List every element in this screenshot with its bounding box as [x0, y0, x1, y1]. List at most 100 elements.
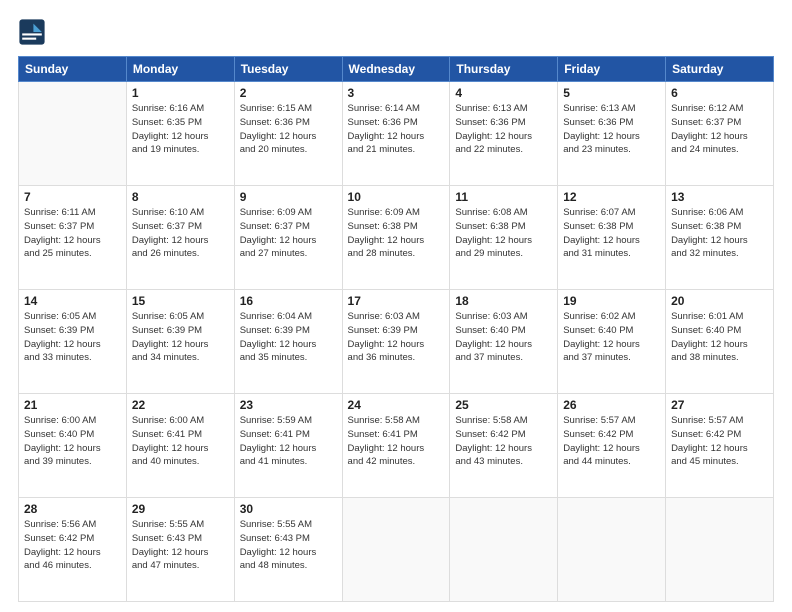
cell-text: Sunrise: 6:03 AM Sunset: 6:40 PM Dayligh… [455, 310, 552, 365]
day-number: 4 [455, 86, 552, 100]
weekday-header: Tuesday [234, 57, 342, 82]
calendar-week-row: 28 Sunrise: 5:56 AM Sunset: 6:42 PM Dayli… [19, 498, 774, 602]
calendar-cell [342, 498, 450, 602]
calendar-cell: 22 Sunrise: 6:00 AM Sunset: 6:41 PM Dayli… [126, 394, 234, 498]
cell-text: Sunrise: 5:58 AM Sunset: 6:42 PM Dayligh… [455, 414, 552, 469]
day-number: 21 [24, 398, 121, 412]
day-number: 2 [240, 86, 337, 100]
calendar-cell: 1 Sunrise: 6:16 AM Sunset: 6:35 PM Daylig… [126, 82, 234, 186]
day-number: 5 [563, 86, 660, 100]
day-number: 28 [24, 502, 121, 516]
cell-text: Sunrise: 5:55 AM Sunset: 6:43 PM Dayligh… [240, 518, 337, 573]
cell-text: Sunrise: 6:16 AM Sunset: 6:35 PM Dayligh… [132, 102, 229, 157]
weekday-header: Sunday [19, 57, 127, 82]
day-number: 16 [240, 294, 337, 308]
cell-text: Sunrise: 6:09 AM Sunset: 6:37 PM Dayligh… [240, 206, 337, 261]
calendar-cell: 3 Sunrise: 6:14 AM Sunset: 6:36 PM Daylig… [342, 82, 450, 186]
cell-text: Sunrise: 6:08 AM Sunset: 6:38 PM Dayligh… [455, 206, 552, 261]
calendar-cell: 19 Sunrise: 6:02 AM Sunset: 6:40 PM Dayli… [558, 290, 666, 394]
day-number: 19 [563, 294, 660, 308]
day-number: 24 [348, 398, 445, 412]
day-number: 3 [348, 86, 445, 100]
day-number: 18 [455, 294, 552, 308]
calendar-cell [558, 498, 666, 602]
calendar-cell: 12Sunrise: 6:07 AM Sunset: 6:38 PM Dayli… [558, 186, 666, 290]
weekday-header: Monday [126, 57, 234, 82]
day-number: 25 [455, 398, 552, 412]
calendar-cell: 29 Sunrise: 5:55 AM Sunset: 6:43 PM Dayli… [126, 498, 234, 602]
logo [18, 18, 50, 46]
calendar-cell: 6 Sunrise: 6:12 AM Sunset: 6:37 PM Daylig… [666, 82, 774, 186]
cell-text: Sunrise: 6:12 AM Sunset: 6:37 PM Dayligh… [671, 102, 768, 157]
day-number: 8 [132, 190, 229, 204]
day-number: 29 [132, 502, 229, 516]
calendar-cell: 4 Sunrise: 6:13 AM Sunset: 6:36 PM Daylig… [450, 82, 558, 186]
calendar-week-row: 1 Sunrise: 6:16 AM Sunset: 6:35 PM Daylig… [19, 82, 774, 186]
cell-text: Sunrise: 5:58 AM Sunset: 6:41 PM Dayligh… [348, 414, 445, 469]
calendar-cell: 21 Sunrise: 6:00 AM Sunset: 6:40 PM Dayli… [19, 394, 127, 498]
calendar-week-row: 14 Sunrise: 6:05 AM Sunset: 6:39 PM Dayli… [19, 290, 774, 394]
cell-text: Sunrise: 6:10 AM Sunset: 6:37 PM Dayligh… [132, 206, 229, 261]
calendar-cell: 11 Sunrise: 6:08 AM Sunset: 6:38 PM Dayli… [450, 186, 558, 290]
cell-text: Sunrise: 6:03 AM Sunset: 6:39 PM Dayligh… [348, 310, 445, 365]
day-number: 1 [132, 86, 229, 100]
calendar-cell: 16 Sunrise: 6:04 AM Sunset: 6:39 PM Dayli… [234, 290, 342, 394]
calendar-cell: 20 Sunrise: 6:01 AM Sunset: 6:40 PM Dayli… [666, 290, 774, 394]
calendar-cell: 17Sunrise: 6:03 AM Sunset: 6:39 PM Dayli… [342, 290, 450, 394]
day-number: 15 [132, 294, 229, 308]
day-number: 12 [563, 190, 660, 204]
day-number: 11 [455, 190, 552, 204]
calendar-cell: 15 Sunrise: 6:05 AM Sunset: 6:39 PM Dayli… [126, 290, 234, 394]
calendar-cell: 5 Sunrise: 6:13 AM Sunset: 6:36 PM Daylig… [558, 82, 666, 186]
weekday-header: Saturday [666, 57, 774, 82]
day-number: 26 [563, 398, 660, 412]
calendar-week-row: 21 Sunrise: 6:00 AM Sunset: 6:40 PM Dayli… [19, 394, 774, 498]
day-number: 9 [240, 190, 337, 204]
cell-text: Sunrise: 5:56 AM Sunset: 6:42 PM Dayligh… [24, 518, 121, 573]
day-number: 30 [240, 502, 337, 516]
calendar-cell: 14 Sunrise: 6:05 AM Sunset: 6:39 PM Dayli… [19, 290, 127, 394]
day-number: 10 [348, 190, 445, 204]
calendar-table: SundayMondayTuesdayWednesdayThursdayFrid… [18, 56, 774, 602]
cell-text: Sunrise: 6:14 AM Sunset: 6:36 PM Dayligh… [348, 102, 445, 157]
calendar-cell: 9 Sunrise: 6:09 AM Sunset: 6:37 PM Daylig… [234, 186, 342, 290]
calendar-cell [450, 498, 558, 602]
calendar-cell: 27Sunrise: 5:57 AM Sunset: 6:42 PM Dayli… [666, 394, 774, 498]
cell-text: Sunrise: 6:04 AM Sunset: 6:39 PM Dayligh… [240, 310, 337, 365]
calendar-cell: 8 Sunrise: 6:10 AM Sunset: 6:37 PM Daylig… [126, 186, 234, 290]
cell-text: Sunrise: 6:01 AM Sunset: 6:40 PM Dayligh… [671, 310, 768, 365]
page-header [18, 18, 774, 46]
day-number: 6 [671, 86, 768, 100]
calendar-cell: 23 Sunrise: 5:59 AM Sunset: 6:41 PM Dayli… [234, 394, 342, 498]
calendar-cell: 30 Sunrise: 5:55 AM Sunset: 6:43 PM Dayli… [234, 498, 342, 602]
calendar-cell: 2 Sunrise: 6:15 AM Sunset: 6:36 PM Daylig… [234, 82, 342, 186]
cell-text: Sunrise: 5:59 AM Sunset: 6:41 PM Dayligh… [240, 414, 337, 469]
calendar-cell: 25 Sunrise: 5:58 AM Sunset: 6:42 PM Dayli… [450, 394, 558, 498]
cell-text: Sunrise: 5:55 AM Sunset: 6:43 PM Dayligh… [132, 518, 229, 573]
calendar-cell: 24 Sunrise: 5:58 AM Sunset: 6:41 PM Dayli… [342, 394, 450, 498]
cell-text: Sunrise: 5:57 AM Sunset: 6:42 PM Dayligh… [563, 414, 660, 469]
calendar-cell: 7Sunrise: 6:11 AM Sunset: 6:37 PM Daylig… [19, 186, 127, 290]
cell-text: Sunrise: 6:05 AM Sunset: 6:39 PM Dayligh… [132, 310, 229, 365]
cell-text: Sunrise: 6:05 AM Sunset: 6:39 PM Dayligh… [24, 310, 121, 365]
cell-text: Sunrise: 6:13 AM Sunset: 6:36 PM Dayligh… [455, 102, 552, 157]
cell-text: Sunrise: 6:15 AM Sunset: 6:36 PM Dayligh… [240, 102, 337, 157]
calendar-cell: 13Sunrise: 6:06 AM Sunset: 6:38 PM Dayli… [666, 186, 774, 290]
calendar-header-row: SundayMondayTuesdayWednesdayThursdayFrid… [19, 57, 774, 82]
cell-text: Sunrise: 6:11 AM Sunset: 6:37 PM Dayligh… [24, 206, 121, 261]
calendar-cell: 18 Sunrise: 6:03 AM Sunset: 6:40 PM Dayli… [450, 290, 558, 394]
calendar-cell: 10 Sunrise: 6:09 AM Sunset: 6:38 PM Dayli… [342, 186, 450, 290]
cell-text: Sunrise: 6:00 AM Sunset: 6:40 PM Dayligh… [24, 414, 121, 469]
logo-icon [18, 18, 46, 46]
day-number: 14 [24, 294, 121, 308]
cell-text: Sunrise: 5:57 AM Sunset: 6:42 PM Dayligh… [671, 414, 768, 469]
day-number: 20 [671, 294, 768, 308]
calendar-week-row: 7Sunrise: 6:11 AM Sunset: 6:37 PM Daylig… [19, 186, 774, 290]
cell-text: Sunrise: 6:13 AM Sunset: 6:36 PM Dayligh… [563, 102, 660, 157]
cell-text: Sunrise: 6:09 AM Sunset: 6:38 PM Dayligh… [348, 206, 445, 261]
cell-text: Sunrise: 6:02 AM Sunset: 6:40 PM Dayligh… [563, 310, 660, 365]
day-number: 22 [132, 398, 229, 412]
day-number: 23 [240, 398, 337, 412]
calendar-cell: 28 Sunrise: 5:56 AM Sunset: 6:42 PM Dayli… [19, 498, 127, 602]
cell-text: Sunrise: 6:00 AM Sunset: 6:41 PM Dayligh… [132, 414, 229, 469]
